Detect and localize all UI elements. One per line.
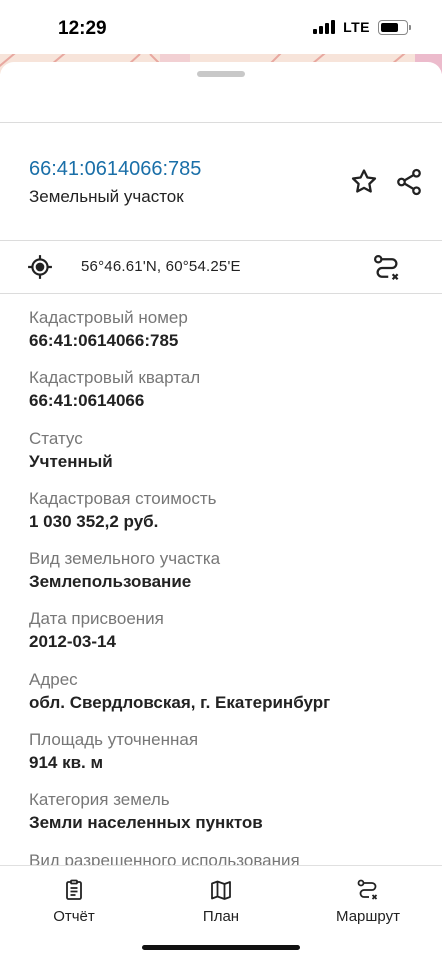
field-status: Статус Учтенный	[29, 428, 429, 488]
tab-route[interactable]: Маршрут	[313, 878, 423, 925]
tab-plan[interactable]: План	[166, 878, 276, 925]
field-label: Вид земельного участка	[29, 549, 221, 569]
field-value: обл. Свердловская, г. Екатеринбург	[29, 692, 331, 712]
field-assignment-date: Дата присвоения 2012-03-14	[29, 608, 429, 668]
field-value: 914 кв. м	[29, 753, 104, 773]
field-land-plot-kind: Вид земельного участка Землепользование	[29, 548, 429, 608]
field-label: Кадастровая стоимость	[29, 488, 217, 508]
field-value: 1 030 352,2 руб.	[29, 511, 159, 531]
coordinates-text: 56°46.61'N, 60°54.25'E	[81, 258, 241, 275]
tab-label: Маршрут	[336, 908, 400, 925]
divider	[0, 293, 442, 294]
route-icon[interactable]	[372, 253, 402, 288]
field-value: Учтенный	[29, 451, 113, 471]
field-cadastral-value: Кадастровая стоимость 1 030 352,2 руб.	[29, 488, 429, 548]
field-area: Площадь уточненная 914 кв. м	[29, 729, 429, 789]
route-icon	[357, 879, 378, 900]
coordinates-row[interactable]: 56°46.61'N, 60°54.25'E	[0, 241, 442, 293]
field-label: Площадь уточненная	[29, 730, 199, 750]
cellular-signal-icon	[313, 20, 336, 34]
object-type: Земельный участок	[29, 187, 184, 206]
battery-icon	[378, 19, 411, 35]
field-label: Адрес	[29, 669, 78, 689]
field-label: Кадастровый номер	[29, 308, 188, 327]
field-value[interactable]: 66:41:0614066	[29, 389, 429, 413]
status-bar: 12:29 LTE	[0, 0, 442, 54]
field-cadastral-quarter: Кадастровый квартал 66:41:0614066	[29, 367, 429, 427]
tab-label: Отчёт	[53, 908, 95, 925]
field-cadastral-number: Кадастровый номер 66:41:0614066:785	[29, 307, 429, 367]
field-address: Адрес обл. Свердловская, г. Екатеринбург	[29, 669, 429, 729]
tab-report[interactable]: Отчёт	[19, 878, 129, 925]
tab-label: План	[202, 908, 240, 925]
field-label: Статус	[29, 428, 83, 448]
field-label: Категория земель	[29, 790, 170, 810]
status-indicators: LTE	[313, 19, 411, 35]
network-type: LTE	[343, 19, 370, 35]
cadastral-number-link[interactable]: 66:41:0614066:785	[29, 158, 201, 181]
location-target-icon[interactable]	[27, 254, 53, 285]
field-value: Земли населенных пунктов	[29, 813, 263, 833]
share-icon[interactable]	[394, 167, 424, 202]
sheet-grabber[interactable]	[197, 71, 245, 77]
field-value: Землепользование	[29, 572, 192, 592]
field-value[interactable]: 66:41:0614066:785	[29, 329, 429, 353]
field-value: 2012-03-14	[29, 632, 116, 652]
details-sheet: 66:41:0614066:785 Земельный участок 56°4…	[0, 62, 442, 960]
map-icon	[211, 880, 231, 900]
field-label: Кадастровый квартал	[29, 368, 201, 388]
battery-level	[381, 22, 399, 32]
clipboard-icon	[66, 879, 82, 900]
status-time: 12:29	[58, 18, 107, 39]
field-land-category: Категория земель Земли населенных пункто…	[29, 789, 429, 849]
home-indicator[interactable]	[142, 945, 300, 950]
star-icon[interactable]	[349, 167, 379, 202]
field-label: Дата присвоения	[29, 609, 164, 629]
divider	[0, 122, 442, 123]
details-list: Кадастровый номер 66:41:0614066:785 Када…	[29, 307, 429, 910]
